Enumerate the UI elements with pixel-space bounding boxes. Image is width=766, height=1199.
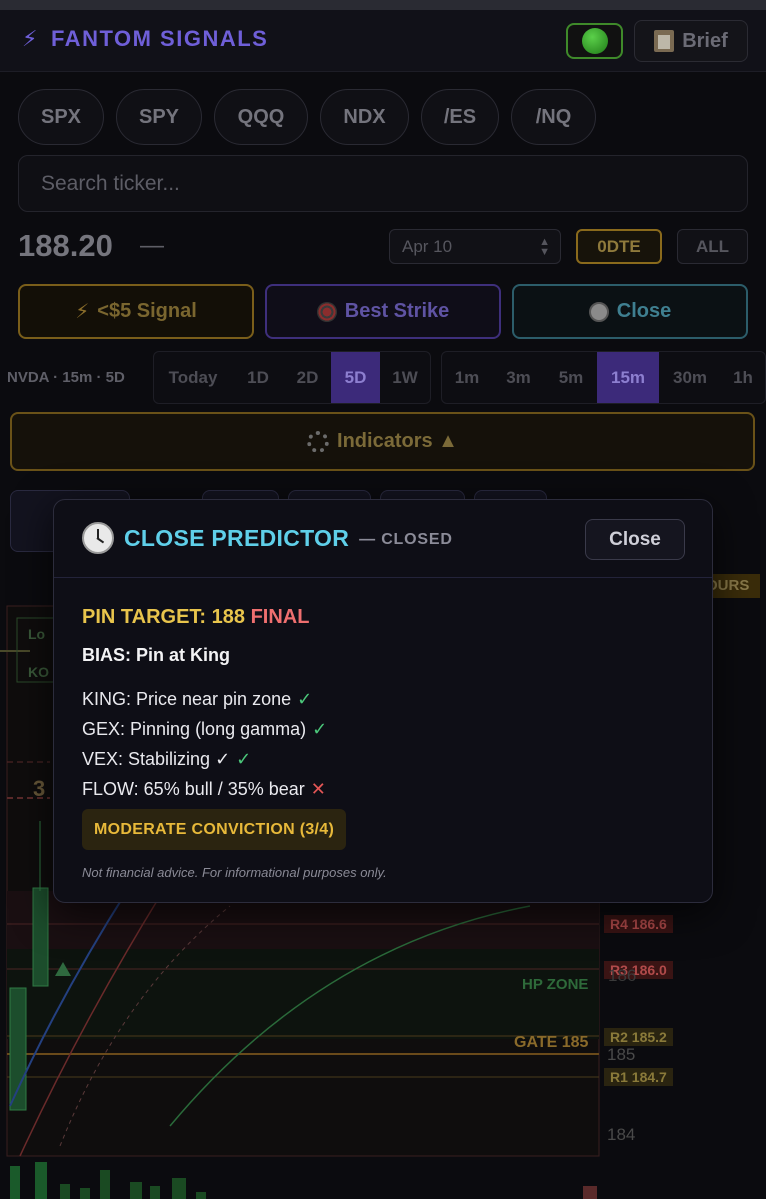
modal-header: CLOSE PREDICTOR — CLOSED Close: [54, 500, 712, 578]
check-row: GEX: Pinning (long gamma) ✓: [82, 714, 327, 744]
bias-label: BIAS: Pin at King: [82, 645, 230, 665]
check-mark-icon: ✓: [312, 718, 328, 739]
disclaimer: Not financial advice. For informational …: [82, 865, 387, 880]
check-row: KING: Price near pin zone ✓: [82, 684, 327, 714]
check-text: GEX: Pinning (long gamma): [82, 718, 307, 739]
pin-status: FINAL: [250, 606, 310, 628]
check-text: KING: Price near pin zone: [82, 688, 292, 709]
check-mark-icon: ✓: [297, 688, 313, 709]
close-predictor-modal: CLOSE PREDICTOR — CLOSED Close PIN TARGE…: [53, 499, 713, 903]
pin-target-label: PIN TARGET: 188: [82, 606, 245, 628]
check-text: FLOW: 65% bull / 35% bear: [82, 778, 305, 799]
check-mark-icon: ✓: [236, 748, 252, 769]
check-row: VEX: Stabilizing ✓ ✓: [82, 744, 327, 774]
conviction-checklist: KING: Price near pin zone ✓ GEX: Pinning…: [82, 684, 327, 804]
check-text: VEX: Stabilizing ✓: [82, 748, 231, 769]
modal-title: CLOSE PREDICTOR — CLOSED: [82, 522, 453, 554]
modal-title-text: CLOSE PREDICTOR: [124, 524, 350, 551]
cross-mark-icon: ✕: [310, 778, 326, 799]
modal-status: — CLOSED: [359, 531, 453, 548]
check-row: FLOW: 65% bull / 35% bear ✕: [82, 774, 327, 804]
clock-icon: [82, 522, 114, 554]
close-button[interactable]: Close: [585, 519, 685, 560]
conviction-badge: MODERATE CONVICTION (3/4): [82, 809, 347, 850]
pin-target: PIN TARGET: 188 FINAL: [82, 606, 309, 629]
